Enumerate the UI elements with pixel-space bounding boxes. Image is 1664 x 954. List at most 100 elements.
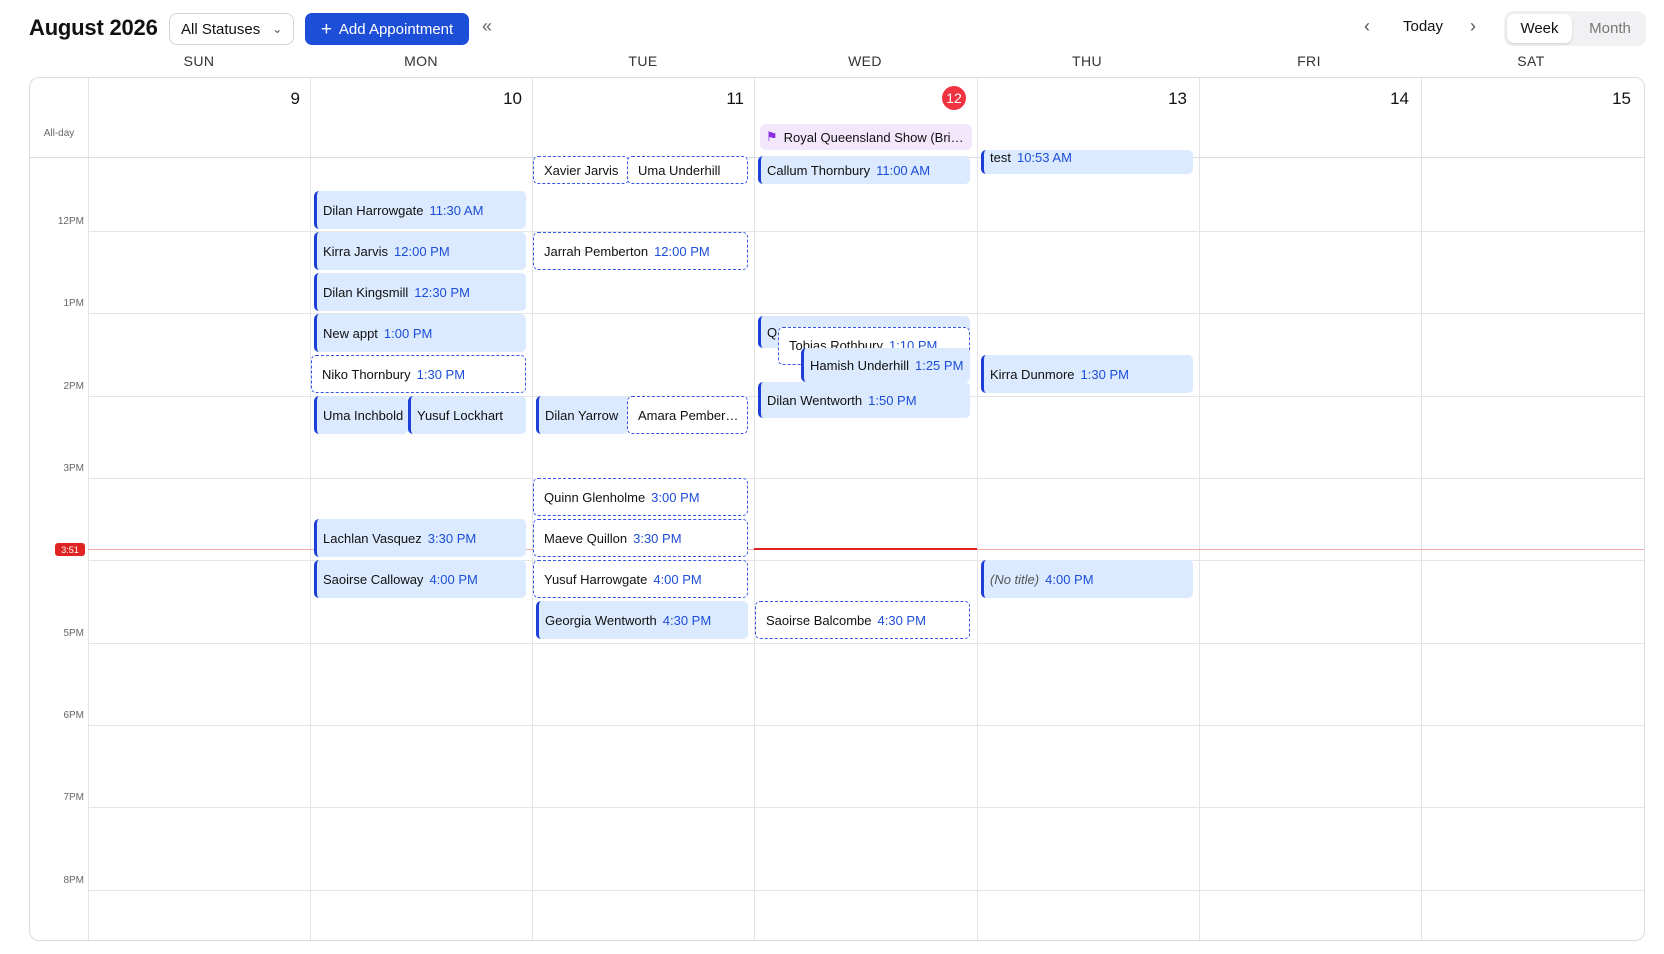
appointment-time: 4:00 PM bbox=[429, 571, 478, 587]
appointment[interactable]: Uma Inchbold bbox=[314, 396, 408, 434]
appointment-time: 4:30 PM bbox=[877, 612, 926, 628]
appointment[interactable]: Uma Underhill bbox=[627, 156, 748, 184]
appointment-name: Xavier Jarvis bbox=[544, 162, 619, 178]
appointment-time: 3:30 PM bbox=[427, 530, 477, 546]
column-divider bbox=[1199, 78, 1200, 940]
appointment[interactable]: Kirra Jarvis 12:00 PM bbox=[314, 232, 526, 270]
appointment-time: 4:30 PM bbox=[662, 612, 712, 628]
hour-line bbox=[88, 890, 1644, 891]
appointment-name: Hamish Underhill bbox=[810, 357, 909, 373]
appointment[interactable]: Yusuf Lockhart bbox=[408, 396, 526, 434]
add-appointment-button[interactable]: + Add Appointment bbox=[305, 13, 469, 45]
appointment-name: Callum Thornbury bbox=[767, 162, 871, 178]
appointment[interactable]: Quinn Glenholme 3:00 PM bbox=[533, 478, 748, 516]
day-header-mon: MON bbox=[404, 53, 438, 69]
appointment[interactable]: Kirra Dunmore 1:30 PM bbox=[981, 355, 1193, 393]
all-day-label: All-day bbox=[43, 128, 75, 139]
appointment[interactable]: Xavier Jarvis bbox=[533, 156, 629, 184]
date-number[interactable]: 9 bbox=[260, 89, 300, 109]
appointment[interactable]: test 10:53 AM bbox=[981, 150, 1193, 174]
previous-week-icon[interactable]: ‹ bbox=[1364, 16, 1370, 37]
appointment-name: Kirra Dunmore bbox=[990, 366, 1075, 382]
column-divider bbox=[1421, 78, 1422, 940]
time-label: 2PM bbox=[63, 381, 84, 392]
time-label: 6PM bbox=[63, 710, 84, 721]
hour-line bbox=[88, 725, 1644, 726]
column-divider bbox=[310, 78, 311, 940]
appointment-name: Dilan Kingsmill bbox=[323, 284, 409, 300]
time-label: 5PM bbox=[63, 628, 84, 639]
appointment[interactable]: Dilan Kingsmill 12:30 PM bbox=[314, 273, 526, 311]
date-number[interactable]: 11 bbox=[704, 89, 744, 109]
appointment[interactable]: Hamish Underhill 1:25 PM bbox=[801, 348, 970, 382]
appointment-time: 1:00 PM bbox=[383, 325, 433, 341]
appointment[interactable]: Maeve Quillon 3:30 PM bbox=[533, 519, 748, 557]
appointment[interactable]: Jarrah Pemberton 12:00 PM bbox=[533, 232, 748, 270]
appointment[interactable]: Saoirse Balcombe 4:30 PM bbox=[755, 601, 970, 639]
appointment[interactable]: (No title) 4:00 PM bbox=[981, 560, 1193, 598]
appointment-name: Quinn Glenholme bbox=[544, 489, 646, 505]
appointment[interactable]: Yusuf Harrowgate 4:00 PM bbox=[533, 560, 748, 598]
appointment[interactable]: Callum Thornbury 11:00 AM bbox=[758, 156, 970, 184]
today-date-badge[interactable]: 12 bbox=[942, 86, 966, 110]
appointment-name: Uma Inchbold bbox=[323, 407, 404, 423]
appointment-time: 11:30 AM bbox=[429, 202, 484, 218]
appointment-name: Niko Thornbury bbox=[322, 366, 411, 382]
appointment[interactable]: Amara Pember… bbox=[627, 396, 748, 434]
collapse-sidebar-icon[interactable]: « bbox=[482, 16, 492, 37]
date-number[interactable]: 13 bbox=[1147, 89, 1187, 109]
appointment-name: Dilan Harrowgate bbox=[323, 202, 424, 218]
time-label: 12PM bbox=[57, 216, 84, 227]
day-header-sun: SUN bbox=[183, 53, 215, 69]
appointment-name: Jarrah Pemberton bbox=[544, 243, 649, 259]
time-label: 3PM bbox=[63, 463, 84, 474]
current-time-badge: 3:51 bbox=[55, 543, 85, 556]
appointment[interactable]: Georgia Wentworth 4:30 PM bbox=[536, 601, 748, 639]
all-day-event-title: Royal Queensland Show (Bri… bbox=[783, 129, 964, 145]
appointment-name: Lachlan Vasquez bbox=[323, 530, 422, 546]
next-week-icon[interactable]: › bbox=[1470, 16, 1476, 37]
time-label: 1PM bbox=[63, 298, 84, 309]
all-day-event[interactable]: ⚑ Royal Queensland Show (Bri… bbox=[760, 124, 972, 150]
appointment[interactable]: Niko Thornbury 1:30 PM bbox=[311, 355, 526, 393]
date-number[interactable]: 10 bbox=[482, 89, 522, 109]
appointment[interactable]: New appt 1:00 PM bbox=[314, 314, 526, 352]
appointment-name: Maeve Quillon bbox=[544, 530, 628, 546]
appointment-name: Kirra Jarvis bbox=[323, 243, 389, 259]
hour-line bbox=[88, 643, 1644, 644]
add-appointment-label: Add Appointment bbox=[338, 20, 454, 38]
hour-line bbox=[88, 807, 1644, 808]
appointment[interactable]: Dilan Wentworth 1:50 PM bbox=[758, 382, 970, 418]
appointment[interactable]: Dilan Harrowgate 11:30 AM bbox=[314, 191, 526, 229]
appointment-time: 12:30 PM bbox=[414, 284, 470, 300]
current-time-line-today bbox=[754, 548, 977, 550]
appointment-time: 1:30 PM bbox=[416, 366, 466, 382]
view-month-button[interactable]: Month bbox=[1577, 14, 1643, 43]
today-button[interactable]: Today bbox=[1403, 18, 1443, 35]
plus-icon: + bbox=[320, 18, 332, 40]
appointment-time: 1:25 PM bbox=[914, 357, 964, 373]
appointment-time: 12:00 PM bbox=[654, 243, 710, 259]
date-number[interactable]: 14 bbox=[1369, 89, 1409, 109]
toolbar: August 2026 All Statuses ⌄ + Add Appoint… bbox=[0, 0, 1664, 58]
appointment-name: test bbox=[990, 150, 1011, 165]
appointment-time: 1:50 PM bbox=[868, 392, 917, 408]
appointment[interactable]: Lachlan Vasquez 3:30 PM bbox=[314, 519, 526, 557]
chevron-down-icon: ⌄ bbox=[272, 22, 283, 36]
date-number[interactable]: 15 bbox=[1591, 89, 1631, 109]
appointment[interactable]: Saoirse Calloway 4:00 PM bbox=[314, 560, 526, 598]
appointment[interactable]: Dilan Yarrow bbox=[536, 396, 628, 434]
day-header-fri: FRI bbox=[1297, 53, 1321, 69]
appointment-name: Q bbox=[767, 324, 778, 340]
status-filter-dropdown[interactable]: All Statuses ⌄ bbox=[169, 13, 294, 45]
day-header-thu: THU bbox=[1072, 53, 1102, 69]
appointment-name: Yusuf Harrowgate bbox=[544, 571, 648, 587]
day-header-wed: WED bbox=[848, 53, 882, 69]
appointment-time: 4:00 PM bbox=[653, 571, 702, 587]
appointment-time: 11:00 AM bbox=[876, 162, 931, 178]
appointment-name: Saoirse Calloway bbox=[323, 571, 424, 587]
page-title: August 2026 bbox=[29, 15, 158, 40]
appointment-time: 3:30 PM bbox=[633, 530, 682, 546]
appointment-name: Yusuf Lockhart bbox=[417, 407, 503, 423]
view-week-button[interactable]: Week bbox=[1507, 14, 1572, 43]
